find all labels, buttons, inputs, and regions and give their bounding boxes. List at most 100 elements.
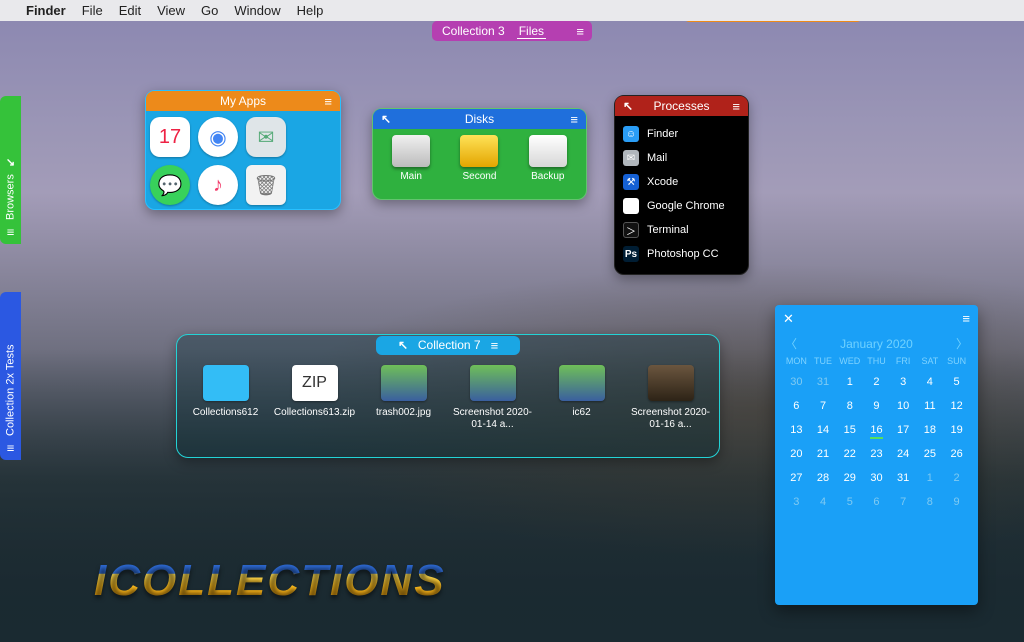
- file-label: Collections613.zip: [274, 407, 355, 419]
- menubar-app[interactable]: Finder: [26, 3, 66, 18]
- expand-icon[interactable]: [6, 155, 15, 168]
- stamp-icon[interactable]: ✉: [246, 117, 286, 157]
- calendar-day[interactable]: 12: [943, 394, 970, 418]
- prev-month-icon[interactable]: 〈: [785, 335, 797, 352]
- calendar-day[interactable]: 7: [810, 394, 837, 418]
- calendar-day[interactable]: 4: [810, 490, 837, 514]
- panel-disks[interactable]: Disks Main Second Backup: [372, 108, 587, 200]
- next-month-icon[interactable]: 〉: [956, 335, 968, 352]
- file-label: ic62: [572, 407, 590, 419]
- disk-item[interactable]: Main: [392, 135, 430, 182]
- menu-view[interactable]: View: [157, 3, 185, 18]
- calendar-day[interactable]: 18: [917, 418, 944, 442]
- calendar-day[interactable]: 6: [863, 490, 890, 514]
- calendar-day[interactable]: 16: [863, 418, 890, 442]
- calendar-day[interactable]: 29: [836, 466, 863, 490]
- calendar-day[interactable]: 30: [783, 370, 810, 394]
- process-item[interactable]: ＞Terminal: [619, 218, 744, 242]
- process-item[interactable]: ✉Mail: [619, 146, 744, 170]
- calendar-day[interactable]: 22: [836, 442, 863, 466]
- calendar-day[interactable]: 5: [943, 370, 970, 394]
- calendar-day[interactable]: 20: [783, 442, 810, 466]
- hamburger-icon[interactable]: [7, 225, 15, 240]
- process-item[interactable]: ☺Finder: [619, 122, 744, 146]
- calendar-day[interactable]: 25: [917, 442, 944, 466]
- calendar-day[interactable]: 1: [836, 370, 863, 394]
- calendar-day[interactable]: 23: [863, 442, 890, 466]
- calendar-day[interactable]: 31: [890, 466, 917, 490]
- calendar-day[interactable]: 9: [943, 490, 970, 514]
- calendar-day[interactable]: 15: [836, 418, 863, 442]
- hamburger-icon[interactable]: [962, 311, 970, 327]
- close-icon[interactable]: ✕: [783, 311, 794, 327]
- calendar-day[interactable]: 2: [863, 370, 890, 394]
- tab-files[interactable]: Files: [517, 24, 546, 39]
- process-item[interactable]: ⚒Xcode: [619, 170, 744, 194]
- process-item[interactable]: PsPhotoshop CC: [619, 242, 744, 266]
- calendar-day[interactable]: 31: [810, 370, 837, 394]
- calendar-day[interactable]: 4: [917, 370, 944, 394]
- calendar-day[interactable]: 17: [890, 418, 917, 442]
- calendar-day[interactable]: 14: [810, 418, 837, 442]
- process-label: Mail: [647, 152, 667, 164]
- panel-my-apps[interactable]: My Apps 17 ◉ ✉ 💬 ♪ 🗑: [145, 90, 341, 210]
- calendar-day[interactable]: 3: [783, 490, 810, 514]
- calendar-day[interactable]: 28: [810, 466, 837, 490]
- process-item[interactable]: ◉Google Chrome: [619, 194, 744, 218]
- process-label: Photoshop CC: [647, 248, 719, 260]
- calendar-day[interactable]: 13: [783, 418, 810, 442]
- hamburger-icon[interactable]: [732, 99, 740, 114]
- disk-item[interactable]: Second: [460, 135, 498, 182]
- tab-collection-3[interactable]: Collection 3: [440, 24, 507, 38]
- messages-icon[interactable]: 💬: [150, 165, 190, 205]
- expand-icon[interactable]: [381, 112, 391, 126]
- panel-collection-7[interactable]: Collection 7 Collections612 ZIPCollectio…: [176, 334, 720, 458]
- expand-icon[interactable]: [398, 338, 408, 352]
- calendar-day[interactable]: 3: [890, 370, 917, 394]
- terminal-icon: ＞: [623, 222, 639, 238]
- disk-item[interactable]: Backup: [529, 135, 567, 182]
- edge-tab-browsers[interactable]: Browsers: [0, 96, 21, 244]
- calendar-day[interactable]: 11: [917, 394, 944, 418]
- calendar-day[interactable]: 10: [890, 394, 917, 418]
- calendar-day[interactable]: 9: [863, 394, 890, 418]
- calendar-day[interactable]: 2: [943, 466, 970, 490]
- calendar-day[interactable]: 1: [917, 466, 944, 490]
- menu-help[interactable]: Help: [297, 3, 324, 18]
- calendar-day[interactable]: 21: [810, 442, 837, 466]
- calendar-day[interactable]: 24: [890, 442, 917, 466]
- hamburger-icon[interactable]: [7, 441, 15, 456]
- calendar-day[interactable]: 26: [943, 442, 970, 466]
- panel-processes[interactable]: Processes ☺Finder ✉Mail ⚒Xcode ◉Google C…: [614, 95, 749, 275]
- hamburger-icon[interactable]: [570, 112, 578, 127]
- menu-edit[interactable]: Edit: [119, 3, 141, 18]
- trash-icon[interactable]: 🗑: [246, 165, 286, 205]
- calendar-day[interactable]: 8: [836, 394, 863, 418]
- edge-tab-collection2x[interactable]: Collection 2x Tests: [0, 292, 21, 460]
- calendar-day[interactable]: 6: [783, 394, 810, 418]
- music-icon[interactable]: ♪: [198, 165, 238, 205]
- calendar-day[interactable]: 27: [783, 466, 810, 490]
- file-item[interactable]: ZIPCollections613.zip: [274, 365, 356, 430]
- calendar-icon[interactable]: 17: [150, 117, 190, 157]
- calendar-day[interactable]: 8: [917, 490, 944, 514]
- chrome-icon[interactable]: ◉: [198, 117, 238, 157]
- expand-icon[interactable]: [623, 99, 633, 113]
- file-item[interactable]: trash002.jpg: [363, 365, 445, 430]
- file-item[interactable]: ic62: [541, 365, 623, 430]
- calendar-day[interactable]: 30: [863, 466, 890, 490]
- calendar-day[interactable]: 19: [943, 418, 970, 442]
- top-collection-purple[interactable]: Collection 3 Files: [432, 21, 592, 41]
- calendar-widget[interactable]: ✕ 〈 January 2020 〉 MONTUEWEDTHUFRISATSUN…: [775, 305, 978, 605]
- calendar-day[interactable]: 5: [836, 490, 863, 514]
- menu-file[interactable]: File: [82, 3, 103, 18]
- hamburger-icon[interactable]: [491, 338, 499, 353]
- hamburger-icon[interactable]: [324, 94, 332, 109]
- calendar-day[interactable]: 7: [890, 490, 917, 514]
- file-item[interactable]: Screenshot 2020-01-14 a...: [452, 365, 534, 430]
- menu-go[interactable]: Go: [201, 3, 218, 18]
- file-item[interactable]: Collections612: [185, 365, 267, 430]
- file-item[interactable]: Screenshot 2020-01-16 a...: [630, 365, 712, 430]
- hamburger-icon[interactable]: [576, 24, 584, 39]
- menu-window[interactable]: Window: [234, 3, 280, 18]
